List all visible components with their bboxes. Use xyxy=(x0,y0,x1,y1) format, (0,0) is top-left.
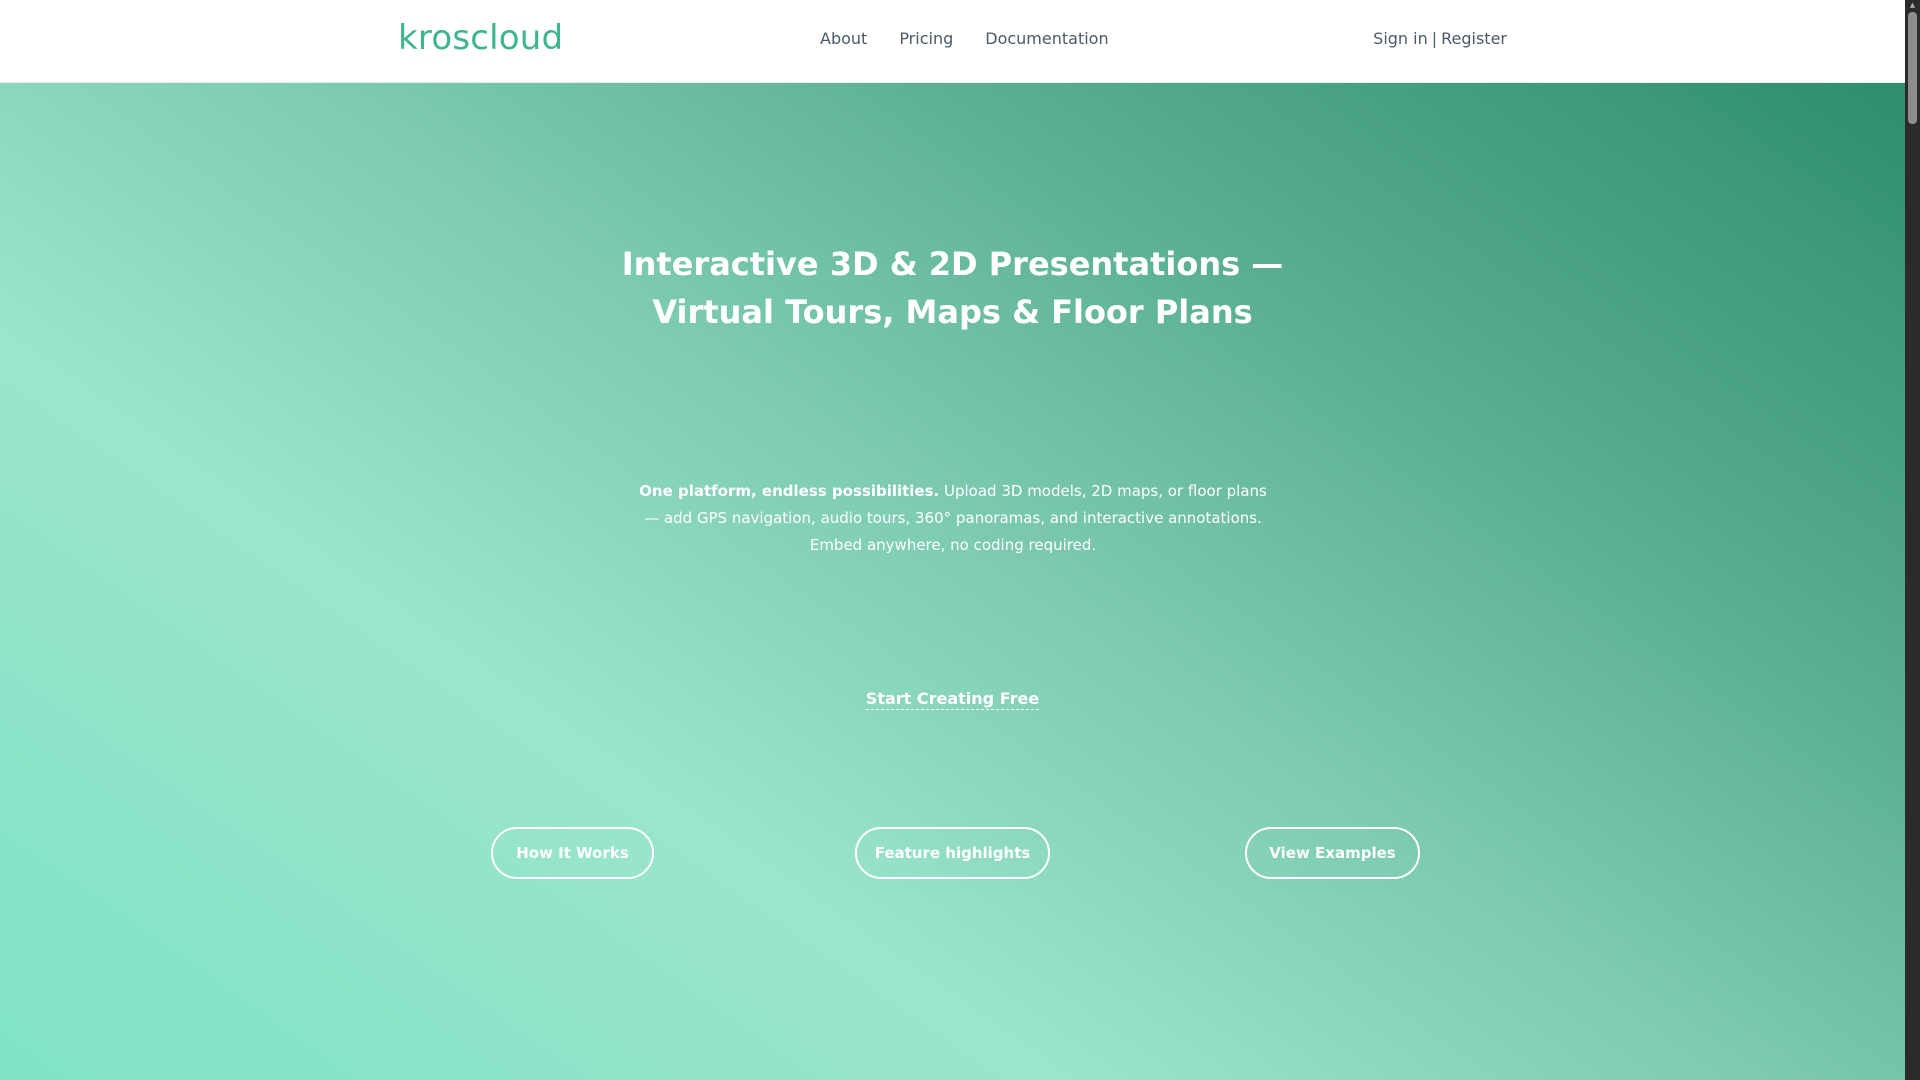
hero-section: Interactive 3D & 2D Presentations — Virt… xyxy=(0,83,1905,1080)
page-scrollbar[interactable]: ▲ xyxy=(1905,0,1920,1080)
hero-title-line-2: Virtual Tours, Maps & Floor Plans xyxy=(652,293,1253,331)
register-link[interactable]: Register xyxy=(1441,29,1507,48)
hero-title: Interactive 3D & 2D Presentations — Virt… xyxy=(0,240,1905,336)
hero-description: One platform, endless possibilities. Upl… xyxy=(632,478,1274,559)
scrollbar-thumb[interactable] xyxy=(1908,12,1917,124)
nav-documentation[interactable]: Documentation xyxy=(985,29,1108,48)
cta-link-wrap: Start Creating Free xyxy=(0,689,1905,710)
feature-highlights-button[interactable]: Feature highlights xyxy=(855,827,1050,879)
main-nav: About Pricing Documentation xyxy=(820,29,1109,48)
auth-links: Sign in | Register xyxy=(1373,29,1507,48)
view-examples-button[interactable]: View Examples xyxy=(1245,827,1420,879)
how-it-works-button[interactable]: How It Works xyxy=(491,827,654,879)
hero-description-bold: One platform, endless possibilities. xyxy=(639,482,940,500)
site-logo[interactable]: kroscloud xyxy=(398,18,563,58)
hero-title-line-1: Interactive 3D & 2D Presentations — xyxy=(621,245,1284,283)
site-header: kroscloud About Pricing Documentation Si… xyxy=(0,0,1905,83)
nav-about[interactable]: About xyxy=(820,29,867,48)
auth-separator: | xyxy=(1431,29,1438,48)
scroll-up-arrow-icon[interactable]: ▲ xyxy=(1908,2,1917,9)
page: kroscloud About Pricing Documentation Si… xyxy=(0,0,1905,1080)
nav-pricing[interactable]: Pricing xyxy=(899,29,953,48)
start-creating-free-link[interactable]: Start Creating Free xyxy=(865,689,1040,710)
sign-in-link[interactable]: Sign in xyxy=(1373,29,1428,48)
